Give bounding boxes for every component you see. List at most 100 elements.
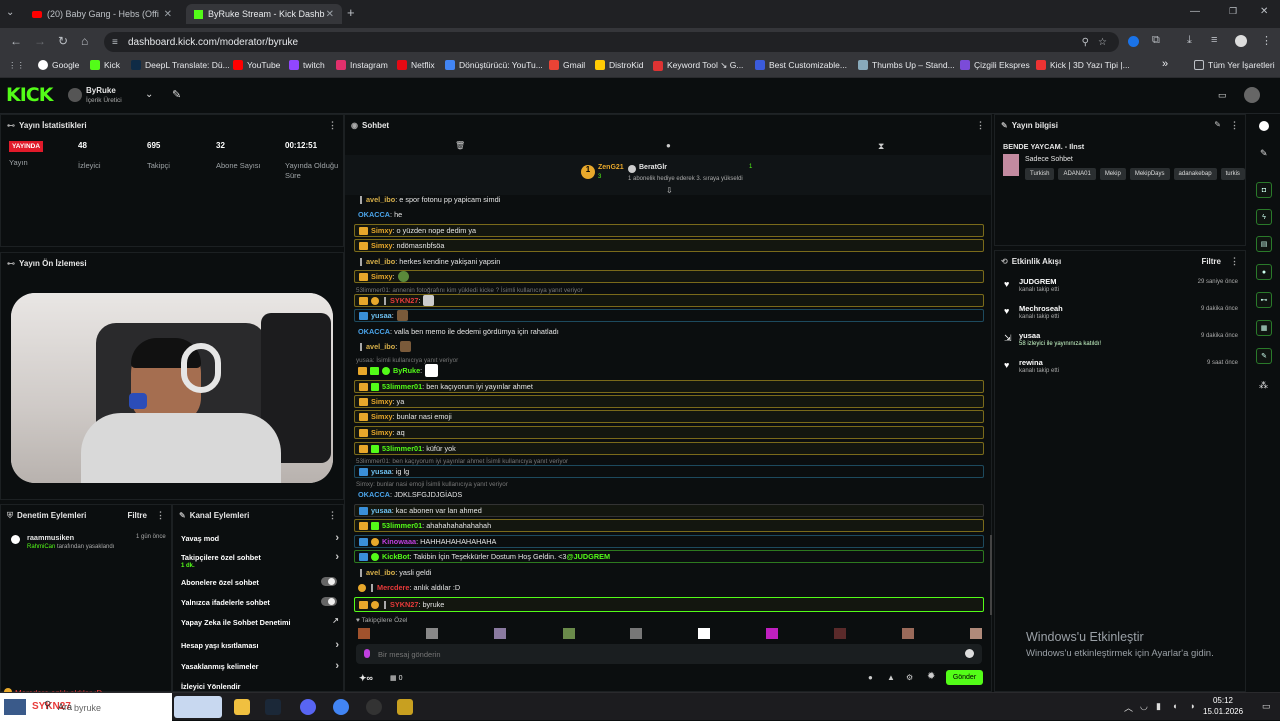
emote[interactable] [563, 628, 575, 639]
pin-icon[interactable]: ✎ [172, 88, 181, 101]
chat-username[interactable]: yusaa [371, 506, 392, 515]
reload-icon[interactable]: ↻ [58, 34, 68, 48]
emote[interactable] [494, 628, 506, 639]
tab-search-icon[interactable]: ⌄ [6, 7, 14, 18]
chat-username[interactable]: 53limmer01 [382, 521, 422, 530]
rail-button-wrench[interactable]: ✎ [1256, 348, 1272, 364]
chat-message[interactable]: OKACCA: valla ben memo ile dedemi gördüm… [354, 325, 984, 338]
download-icon[interactable]: ⤓ [1187, 34, 1192, 47]
close-window-button[interactable]: ✕ [1260, 6, 1268, 17]
more-icon[interactable]: ⋮ [1230, 256, 1239, 267]
edit-icon[interactable]: ✎ [1214, 120, 1221, 129]
pencil-icon[interactable]: ✎ [1260, 148, 1268, 159]
action-host-viewers[interactable]: İzleyici Yönlendir [181, 682, 341, 691]
chat-message[interactable]: Mercdere: anlık aldılar :D [354, 581, 984, 594]
forward-icon[interactable]: → [34, 34, 46, 48]
rail-button-bolt[interactable]: ϟ [1256, 209, 1272, 225]
tag[interactable]: adanakebap [1173, 168, 1217, 180]
chat-username[interactable]: avel_ibo [366, 257, 395, 266]
emoji-icon[interactable] [965, 649, 974, 658]
chat-username[interactable]: KickBot [382, 552, 410, 561]
chat-username[interactable]: SYKN27 [390, 296, 418, 305]
chat-bubble-icon[interactable]: ● [666, 141, 671, 150]
chat-username[interactable]: Simxy [371, 428, 393, 437]
chat-message[interactable]: Kinowaaa: HAHHAHAHAHAHAHA [354, 535, 984, 548]
emote[interactable] [630, 628, 642, 639]
discord-icon[interactable] [300, 699, 316, 715]
chrome-icon[interactable] [333, 699, 349, 715]
volume-icon[interactable]: ◗ [1190, 701, 1195, 711]
bookmark-netflix[interactable]: Netflix [397, 60, 435, 70]
chat-message[interactable]: Simxy: o yüzden nope dedim ya [354, 224, 984, 237]
bookmark-thumbsup[interactable]: Thumbs Up – Stand... [858, 60, 955, 70]
chat-message[interactable]: SYKN27: byruke [354, 597, 984, 612]
rail-button-grid[interactable]: ▦ [1256, 320, 1272, 336]
chat-bubble-icon[interactable]: ● [868, 673, 873, 682]
chat-message[interactable]: SYKN27: [354, 294, 984, 307]
obs-icon[interactable] [366, 699, 382, 715]
chat-message[interactable]: ByRuke: [354, 364, 984, 377]
steam-icon[interactable] [265, 699, 281, 715]
stream-preview-video[interactable] [11, 293, 333, 483]
layout-icon[interactable]: ▭ [1218, 90, 1227, 101]
chat-message[interactable]: Simxy: ndömasnbfsöa [354, 239, 984, 252]
bookmark-kick-3d[interactable]: Kick | 3D Yazı Tipi |... [1036, 60, 1130, 70]
profile-avatar[interactable] [1235, 35, 1247, 47]
rail-button-broadcast[interactable]: ⊷ [1256, 292, 1272, 308]
chat-username[interactable]: yusaa [371, 467, 392, 476]
tag[interactable]: turkis [1220, 168, 1245, 180]
hourglass-icon[interactable]: ⧗ [878, 141, 884, 152]
chat-message[interactable]: Simxy: ya [354, 395, 984, 408]
kick-logo[interactable]: KICK [6, 84, 53, 106]
site-info-icon[interactable]: ≡ [112, 37, 118, 48]
more-icon[interactable]: ⋮ [976, 120, 985, 131]
action-slow-mode[interactable]: Yavaş mod › [181, 532, 341, 544]
chat-username[interactable]: OKACCA [358, 210, 390, 219]
tag[interactable]: ADANA01 [1058, 168, 1096, 180]
chat-message[interactable]: OKACCA: he [354, 208, 984, 221]
chat-message[interactable]: yusaa: kac abonen var lan ahmed [354, 504, 984, 517]
microphone-icon[interactable] [364, 649, 370, 658]
tab-kick-dashboard[interactable]: ByRuke Stream - Kick Dashb ✕ [186, 4, 342, 24]
info-icon[interactable] [1259, 121, 1269, 131]
chat-username[interactable]: avel_ibo [366, 342, 395, 351]
more-icon[interactable]: ⋮ [328, 120, 337, 131]
chat-username[interactable]: Simxy [371, 412, 393, 421]
emote[interactable] [834, 628, 846, 639]
apps-icon[interactable]: ⁂ [1259, 380, 1268, 391]
category-thumbnail[interactable] [1003, 154, 1019, 176]
chat-username[interactable]: SYKN27 [390, 600, 418, 609]
tag[interactable]: Turkish [1025, 168, 1055, 180]
chat-message[interactable]: Simxy: aq [354, 426, 984, 439]
chat-message[interactable]: Simxy: [354, 270, 984, 283]
gear-icon[interactable]: ⚙ [906, 673, 913, 682]
bookmark-gmail[interactable]: Gmail [549, 60, 585, 70]
chat-message[interactable]: 53limmer01: küfür yok [354, 442, 984, 455]
url-input[interactable]: ≡ dashboard.kick.com/moderator/byruke ⚲ … [104, 32, 1119, 52]
chat-username[interactable]: yusaa [371, 311, 392, 320]
more-icon[interactable]: ⋮ [328, 510, 337, 521]
reply-context[interactable]: 53limmer01: annenin fotoğrafını kim yükl… [356, 287, 583, 294]
speaker-icon[interactable]: ◖ [1172, 701, 1177, 711]
maximize-button[interactable]: ❐ [1229, 6, 1237, 17]
media-icon[interactable]: ≡ [1211, 34, 1217, 46]
reply-context[interactable]: 53limmer01: ben kaçıyorum iyi yayınlar a… [356, 458, 568, 465]
notification-icon[interactable]: ▭ [1262, 701, 1271, 712]
emote[interactable] [396, 310, 408, 321]
action-account-age[interactable]: Hesap yaşı kısıtlaması › [181, 639, 341, 651]
mic-icon[interactable]: ▮ [1156, 701, 1161, 712]
file-explorer-icon[interactable] [234, 699, 250, 715]
zoom-icon[interactable]: ⚲ [1082, 37, 1089, 48]
chat-username[interactable]: avel_ibo [366, 195, 395, 204]
chat-message[interactable]: yusaa: [354, 309, 984, 322]
extensions-puzzle-icon[interactable]: ⧉ [1152, 34, 1160, 47]
reply-context[interactable]: yusaa: İsimli kullanıcıya yanıt veriyor [356, 357, 458, 364]
chat-username[interactable]: Kinowaaa [382, 537, 416, 546]
news-widget-icon[interactable] [174, 696, 222, 718]
chat-username[interactable]: ByRuke [393, 366, 420, 375]
more-bookmarks-button[interactable]: » [1162, 58, 1168, 70]
chat-message[interactable]: OKACCA: JDKLSFGJDJGİADS [354, 488, 984, 501]
tag[interactable]: Mekip [1099, 168, 1126, 180]
bookmark-deepl[interactable]: DeepL Translate: Dü... [131, 60, 230, 70]
search-icon[interactable]: ⚲ [44, 700, 51, 711]
